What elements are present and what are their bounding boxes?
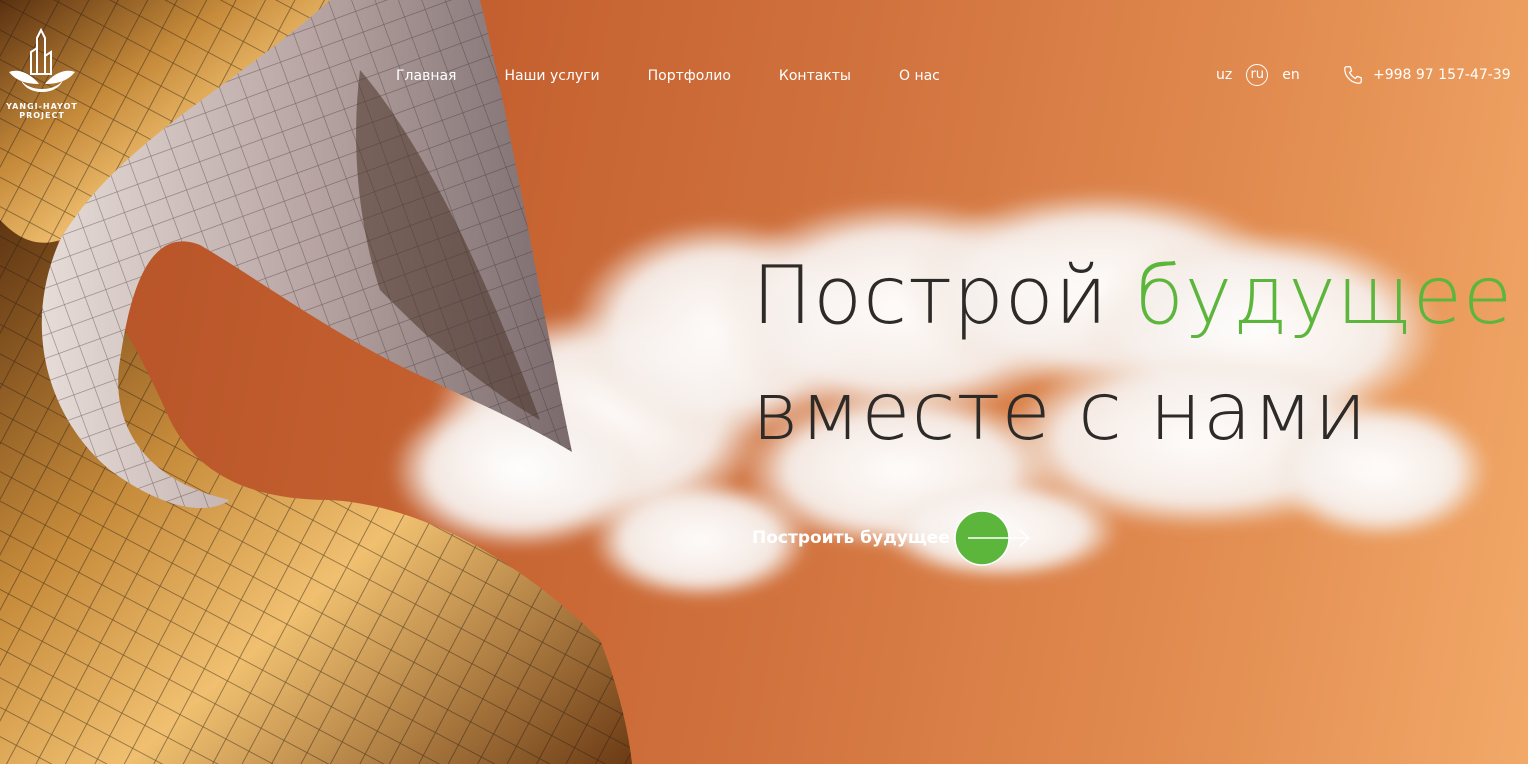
- language-switcher: uz ru en: [1216, 64, 1300, 86]
- site-logo[interactable]: YANGI-HAYOT PROJECT: [6, 28, 78, 124]
- cta-button[interactable]: [953, 510, 1034, 566]
- lang-option-ru[interactable]: ru: [1246, 64, 1269, 86]
- nav-item-portfolio[interactable]: Портфолио: [648, 66, 731, 86]
- build-future-cta[interactable]: Построить будущее: [752, 510, 1034, 566]
- phone-number[interactable]: +998 97 157-47-39: [1373, 67, 1511, 83]
- hero-section: YANGI-HAYOT PROJECT Главная Наши услуги …: [0, 0, 1528, 764]
- nav-item-services[interactable]: Наши услуги: [504, 66, 599, 86]
- headline-part2: вместе с нами: [752, 365, 1368, 458]
- headline-accent: будущее: [1134, 249, 1514, 342]
- cta-label: Построить будущее: [752, 528, 950, 548]
- logo-text-line1: YANGI-HAYOT: [6, 102, 78, 111]
- nav-item-contacts[interactable]: Контакты: [779, 66, 851, 86]
- logo-text-line2: PROJECT: [19, 111, 65, 120]
- arrow-right-icon: [953, 510, 1030, 566]
- hero-headline: Построй будущее вместе с нами: [752, 238, 1513, 470]
- logo-icon: [9, 28, 75, 92]
- main-nav: Главная Наши услуги Портфолио Контакты О…: [396, 66, 940, 86]
- lang-option-en[interactable]: en: [1282, 67, 1300, 83]
- contact-phone[interactable]: +998 97 157-47-39: [1342, 64, 1511, 86]
- phone-icon: [1344, 66, 1362, 84]
- nav-item-about[interactable]: О нас: [899, 66, 940, 86]
- headline-part1: Построй: [752, 249, 1135, 342]
- lang-option-uz[interactable]: uz: [1216, 67, 1232, 83]
- nav-item-home[interactable]: Главная: [396, 66, 456, 86]
